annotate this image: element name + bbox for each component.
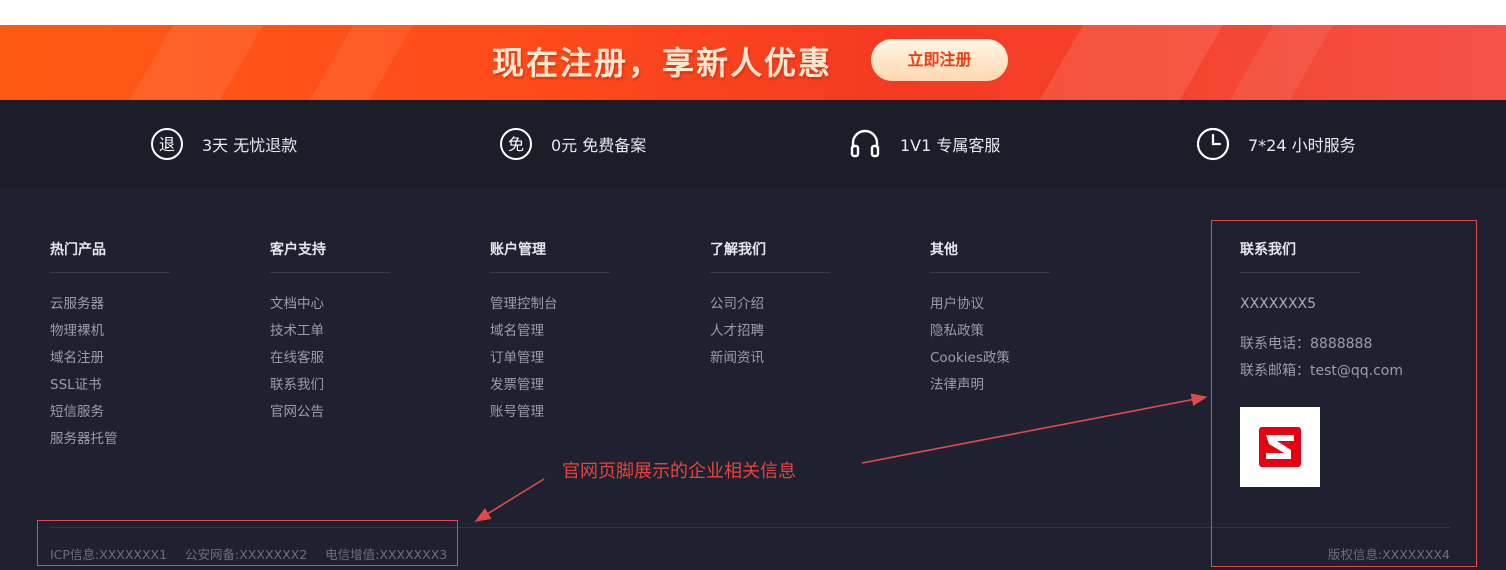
footer-link[interactable]: 用户协议	[930, 295, 1110, 322]
footer-column-support: 客户支持 文档中心 技术工单 在线客服 联系我们 官网公告	[270, 240, 450, 430]
clock-icon	[1196, 127, 1230, 161]
footer-link[interactable]: 技术工单	[270, 322, 450, 349]
footer-link[interactable]: 物理裸机	[50, 322, 230, 349]
banner-decoration	[1215, 25, 1345, 100]
footer-link[interactable]: 管理控制台	[490, 295, 670, 322]
column-title: 热门产品	[50, 242, 106, 258]
feature-refund-text: 3天 无忧退款	[202, 136, 298, 155]
top-whitespace	[0, 0, 1506, 25]
footer-link[interactable]: 云服务器	[50, 295, 230, 322]
feature-refund: 退 3天 无忧退款	[150, 128, 297, 160]
footer-column-account: 账户管理 管理控制台 域名管理 订单管理 发票管理 账号管理	[490, 240, 670, 430]
footer-link[interactable]: 订单管理	[490, 349, 670, 376]
feature-support-text: 1V1 专属客服	[900, 136, 1001, 155]
annotation-label: 官网页脚展示的企业相关信息	[562, 461, 796, 482]
footer-link[interactable]: 法律声明	[930, 376, 1110, 403]
svg-text:退: 退	[159, 135, 175, 154]
banner-decoration	[1025, 25, 1235, 100]
footer-link[interactable]: 官网公告	[270, 403, 450, 430]
banner-decoration	[115, 25, 275, 100]
feature-support: 1V1 专属客服	[848, 128, 1000, 160]
annotation-arrow-left	[474, 478, 545, 522]
footer-link[interactable]: 联系我们	[270, 376, 450, 403]
column-divider	[50, 272, 170, 273]
free-badge-icon: 免	[499, 127, 533, 161]
refund-badge-icon: 退	[150, 127, 184, 161]
footer-link[interactable]: 隐私政策	[930, 322, 1110, 349]
annotation-box-contact	[1211, 220, 1477, 567]
site-footer: 热门产品 云服务器 物理裸机 域名注册 SSL证书 短信服务 服务器托管 客户支…	[0, 188, 1506, 570]
footer-link[interactable]: 新闻资讯	[710, 349, 890, 376]
footer-link[interactable]: 域名注册	[50, 349, 230, 376]
column-divider	[490, 272, 610, 273]
banner-headline: 现在注册，享新人优惠	[492, 44, 833, 82]
annotation-arrow-right	[861, 393, 1208, 464]
footer-link[interactable]: 在线客服	[270, 349, 450, 376]
promo-banner[interactable]: 现在注册，享新人优惠 立即注册	[0, 25, 1506, 100]
banner-decoration	[295, 25, 425, 100]
column-title: 了解我们	[710, 242, 766, 258]
headset-icon	[848, 127, 882, 161]
footer-column-about: 了解我们 公司介绍 人才招聘 新闻资讯	[710, 240, 890, 376]
service-features-bar: 退 3天 无忧退款 免 0元 免费备案 1V1 专属客服 7*24 小时服务	[0, 100, 1506, 188]
footer-link[interactable]: SSL证书	[50, 376, 230, 403]
footer-link[interactable]: 公司介绍	[710, 295, 890, 322]
column-title: 客户支持	[270, 242, 326, 258]
footer-link[interactable]: 服务器托管	[50, 430, 230, 457]
svg-text:免: 免	[508, 135, 524, 154]
feature-service-hours-text: 7*24 小时服务	[1248, 136, 1356, 155]
feature-free-filing-text: 0元 免费备案	[551, 136, 647, 155]
column-divider	[270, 272, 390, 273]
footer-link[interactable]: 域名管理	[490, 322, 670, 349]
footer-column-products: 热门产品 云服务器 物理裸机 域名注册 SSL证书 短信服务 服务器托管	[50, 240, 230, 457]
column-divider	[930, 272, 1050, 273]
footer-column-other: 其他 用户协议 隐私政策 Cookies政策 法律声明	[930, 240, 1110, 403]
footer-link[interactable]: Cookies政策	[930, 349, 1110, 376]
footer-link[interactable]: 短信服务	[50, 403, 230, 430]
feature-free-filing: 免 0元 免费备案	[499, 128, 646, 160]
column-title: 账户管理	[490, 242, 546, 258]
feature-service-hours: 7*24 小时服务	[1196, 127, 1356, 161]
annotation-box-registration	[37, 520, 458, 566]
footer-link[interactable]: 发票管理	[490, 376, 670, 403]
footer-link[interactable]: 文档中心	[270, 295, 450, 322]
column-divider	[710, 272, 830, 273]
register-now-button[interactable]: 立即注册	[871, 39, 1008, 81]
footer-link[interactable]: 人才招聘	[710, 322, 890, 349]
footer-link[interactable]: 账号管理	[490, 403, 670, 430]
column-title: 其他	[930, 242, 958, 258]
